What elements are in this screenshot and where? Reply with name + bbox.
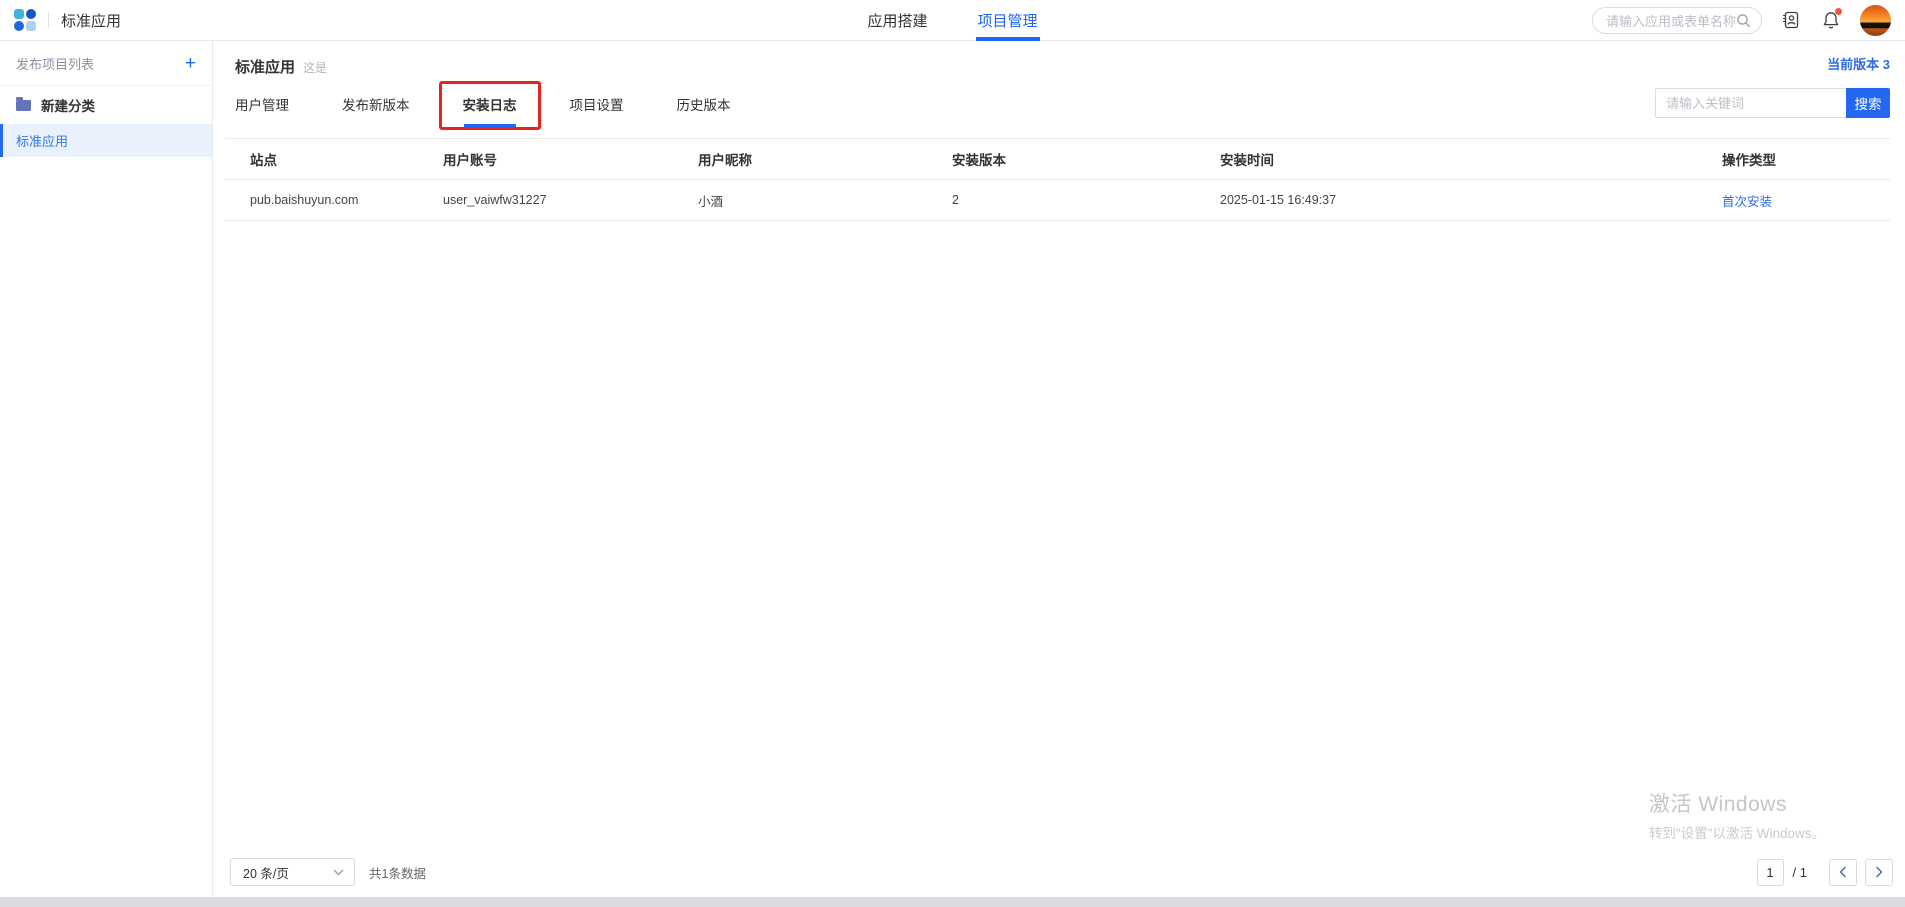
tab-user-manage[interactable]: 用户管理 (235, 98, 289, 127)
nav-project-manage[interactable]: 项目管理 (976, 0, 1040, 41)
tab-history-versions[interactable]: 历史版本 (677, 98, 731, 127)
app-window: 标准应用 应用搭建 项目管理 请输入应用或表单名称 (0, 0, 1905, 897)
logo-icon (14, 9, 36, 31)
keyword-search: 搜索 (1655, 88, 1890, 118)
col-site: 站点 (225, 139, 443, 180)
pager: 1 / 1 (1757, 859, 1893, 886)
page-size-select[interactable]: 20 条/页 (230, 858, 355, 886)
tab-install-log[interactable]: 安装日志 (463, 98, 517, 127)
cell-operation: 首次安装 (1722, 180, 1890, 221)
tabs-row: 用户管理 发布新版本 安装日志 项目设置 历史版本 (213, 98, 1905, 127)
next-page-button[interactable] (1865, 859, 1893, 886)
prev-page-button[interactable] (1829, 859, 1857, 886)
sidebar: 发布项目列表 + 新建分类 标准应用 (0, 41, 213, 897)
add-project-button[interactable]: + (185, 54, 196, 73)
notification-badge (1835, 8, 1842, 15)
notification-bell-icon[interactable] (1820, 9, 1842, 31)
cell-version: 2 (952, 180, 1220, 221)
table-row: pub.baishuyun.com user_vaiwfw31227 小酒 2 … (225, 180, 1890, 221)
global-search-placeholder: 请输入应用或表单名称 (1606, 11, 1736, 30)
user-avatar[interactable] (1860, 5, 1891, 36)
page-title: 标准应用 (235, 56, 295, 77)
bottom-strip (0, 897, 1905, 907)
windows-activation-watermark: 激活 Windows 转到"设置"以激活 Windows。 (1649, 788, 1825, 842)
page-subtitle: 这是 (303, 59, 327, 76)
tab-install-log-label: 安装日志 (463, 98, 517, 113)
pagination-bar: 20 条/页 共1条数据 1 / 1 (230, 858, 1893, 886)
search-icon (1736, 13, 1751, 28)
col-operation: 操作类型 (1722, 139, 1890, 180)
topbar: 标准应用 应用搭建 项目管理 请输入应用或表单名称 (0, 0, 1905, 41)
cell-site: pub.baishuyun.com (225, 180, 443, 221)
keyword-input[interactable] (1655, 88, 1846, 118)
topbar-right: 请输入应用或表单名称 (1592, 5, 1905, 36)
chevron-down-icon (333, 869, 344, 876)
nav-app-build[interactable]: 应用搭建 (865, 0, 929, 41)
global-search-input[interactable]: 请输入应用或表单名称 (1592, 7, 1762, 34)
tab-project-settings[interactable]: 项目设置 (570, 98, 624, 127)
col-nickname: 用户昵称 (698, 139, 952, 180)
current-page-box[interactable]: 1 (1757, 859, 1784, 886)
app-title: 标准应用 (61, 10, 121, 31)
cell-time: 2025-01-15 16:49:37 (1220, 180, 1722, 221)
watermark-line2: 转到"设置"以激活 Windows。 (1649, 822, 1825, 842)
sidebar-category-new[interactable]: 新建分类 (0, 86, 212, 124)
sidebar-title: 发布项目列表 (16, 54, 94, 73)
tab-publish-version[interactable]: 发布新版本 (342, 98, 410, 127)
sidebar-item-standard-app[interactable]: 标准应用 (0, 124, 212, 157)
divider (48, 12, 49, 28)
sidebar-header: 发布项目列表 + (0, 41, 212, 86)
col-account: 用户账号 (443, 139, 698, 180)
install-log-table: 站点 用户账号 用户昵称 安装版本 安装时间 操作类型 pub.baishuyu… (225, 138, 1890, 221)
content-header: 标准应用 这是 (213, 41, 1905, 77)
sidebar-item-label: 标准应用 (16, 131, 68, 150)
col-version: 安装版本 (952, 139, 1220, 180)
search-button[interactable]: 搜索 (1846, 88, 1890, 118)
category-label: 新建分类 (41, 95, 95, 115)
top-nav: 应用搭建 项目管理 (865, 0, 1039, 41)
total-count-text: 共1条数据 (369, 863, 426, 882)
cell-account: user_vaiwfw31227 (443, 180, 698, 221)
col-time: 安装时间 (1220, 139, 1722, 180)
watermark-line1: 激活 Windows (1649, 788, 1825, 818)
current-version-link[interactable]: 当前版本 3 (1827, 54, 1890, 73)
folder-icon (16, 100, 31, 111)
cell-nickname: 小酒 (698, 180, 952, 221)
app-logo[interactable]: 标准应用 (0, 9, 121, 31)
first-install-link[interactable]: 首次安装 (1722, 195, 1772, 209)
main-content: 标准应用 这是 当前版本 3 用户管理 发布新版本 安装日志 项目设置 历史版本… (213, 41, 1905, 897)
page-size-value: 20 条/页 (243, 863, 289, 882)
contacts-icon[interactable] (1780, 9, 1802, 31)
table-header-row: 站点 用户账号 用户昵称 安装版本 安装时间 操作类型 (225, 139, 1890, 180)
active-tab-underline (464, 124, 516, 127)
page-indicator: / 1 (1793, 865, 1807, 880)
